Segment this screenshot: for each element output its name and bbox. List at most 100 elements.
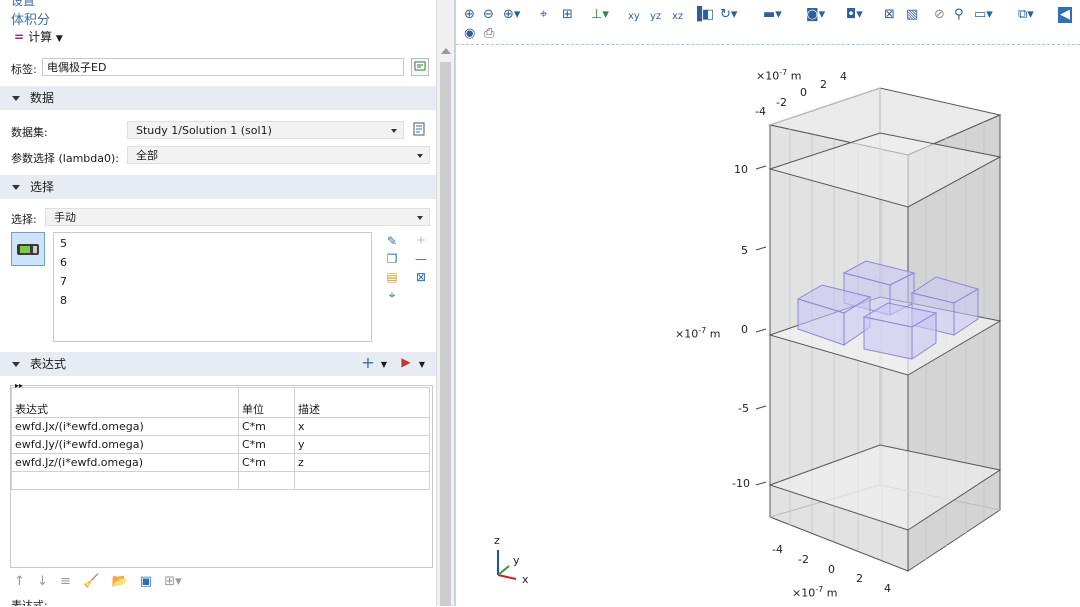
print-icon[interactable]: ⎙: [484, 26, 494, 42]
collapse-icon: [12, 185, 20, 190]
expand-icon: ▸▸: [15, 381, 24, 390]
tick-label: 4: [840, 70, 847, 83]
table-options-icon[interactable]: ⊞▾: [164, 574, 181, 589]
xz-view-icon[interactable]: xz: [672, 9, 683, 25]
table-cell[interactable]: ewfd.Jy/(i*ewfd.omega): [11, 435, 239, 454]
chevron-down-icon: ▼: [55, 34, 63, 44]
param-label: 参数选择 (lambda0):: [11, 152, 120, 165]
clipboard-icon[interactable]: ▤: [384, 270, 400, 284]
screenshot-icon[interactable]: ◉: [464, 26, 475, 42]
table-row[interactable]: ewfd.Jx/(i*ewfd.omega) C*m x: [11, 417, 430, 436]
scroll-up-icon[interactable]: [441, 48, 451, 54]
table-cell[interactable]: z: [294, 453, 430, 472]
table-cell[interactable]: x: [294, 417, 430, 436]
tick-label: -4: [755, 105, 766, 118]
copy-icon[interactable]: ❐: [384, 252, 400, 266]
scroll-thumb[interactable]: [440, 62, 451, 606]
go-to-default-view-icon[interactable]: ⊞: [562, 7, 573, 23]
list-item[interactable]: 6: [60, 256, 67, 269]
open-folder-icon[interactable]: 📂: [111, 574, 127, 589]
bottom-unit-label: ×10-7 m: [792, 585, 838, 600]
label-reset-icon[interactable]: [411, 58, 429, 76]
paste-selection-icon[interactable]: ✎: [384, 234, 400, 248]
add-icon[interactable]: +: [413, 233, 429, 247]
list-icon[interactable]: ≡: [60, 574, 71, 589]
zoom-out-icon[interactable]: ⊖: [483, 7, 494, 23]
activate-selection-button[interactable]: [11, 232, 45, 266]
table-row-empty[interactable]: [11, 471, 430, 490]
hide-icon[interactable]: ⊘: [934, 7, 945, 23]
node-type-title: 体积分: [11, 13, 51, 28]
list-item[interactable]: 8: [60, 294, 67, 307]
lights-icon[interactable]: ▬▾: [763, 7, 782, 23]
table-cell[interactable]: ewfd.Jx/(i*ewfd.omega): [11, 417, 239, 436]
column-header[interactable]: 描述: [294, 387, 430, 418]
panel-title: 设置: [11, 0, 36, 8]
zoom-to-selection-icon[interactable]: ⊠: [413, 270, 429, 284]
collapse-icon: [12, 362, 20, 367]
tick-label: 2: [856, 572, 863, 585]
panel-scrollbar[interactable]: [436, 0, 455, 606]
calculate-button[interactable]: = 计算 ▼: [14, 28, 63, 45]
z-unit-label: ×10-7 m: [675, 326, 721, 341]
dataset-select[interactable]: Study 1/Solution 1 (sol1): [127, 121, 404, 139]
wireframe-icon[interactable]: ▧: [906, 7, 918, 23]
list-item[interactable]: 5: [60, 237, 67, 250]
calculate-icon: =: [14, 30, 25, 44]
column-header[interactable]: ▸▸ 表达式: [11, 381, 239, 418]
replace-expression-icon[interactable]: ▶: [398, 355, 414, 369]
render-icon[interactable]: ◘▾: [846, 7, 863, 23]
zoom-box-icon[interactable]: ⊕▾: [503, 7, 520, 23]
collapse-icon: [12, 96, 20, 101]
select-objects-icon[interactable]: ⊠: [884, 7, 895, 23]
tick-label: 2: [820, 78, 827, 91]
label-field[interactable]: 电偶极子ED: [42, 58, 404, 76]
param-select[interactable]: 全部: [127, 146, 430, 164]
chevron-down-icon[interactable]: ▼: [376, 358, 392, 372]
graphics-toolbar: ⊕ ⊖ ⊕▾ ⌖ ⊞ ⊥▾ xy yz xz ▐◧ ↻▾ ▬▾ ◙▾ ◘▾ ⊠ …: [458, 0, 1080, 44]
section-data[interactable]: 数据: [0, 86, 436, 110]
clear-icon[interactable]: 🧹: [83, 574, 99, 589]
table-row[interactable]: ewfd.Jz/(i*ewfd.omega) C*m z: [11, 453, 430, 472]
add-expression-icon[interactable]: +: [360, 355, 376, 371]
xy-view-icon[interactable]: xy: [628, 9, 640, 25]
selection-list[interactable]: 5 6 7 8: [53, 232, 372, 342]
transparency-icon[interactable]: ▐◧: [692, 7, 714, 23]
table-cell[interactable]: y: [294, 435, 430, 454]
grid-icon[interactable]: ⚲: [954, 7, 964, 23]
view-options-icon[interactable]: ▭▾: [974, 7, 993, 23]
toggle-panel-icon[interactable]: ◀: [1058, 7, 1072, 23]
table-cell[interactable]: C*m: [238, 435, 295, 454]
selection-label: 选择:: [11, 213, 37, 226]
triad-y-label: y: [513, 554, 520, 567]
chevron-down-icon: [417, 154, 423, 158]
chevron-down-icon: [391, 129, 397, 133]
dataset-label: 数据集:: [11, 126, 48, 139]
zoom-extents-icon[interactable]: ⌖: [540, 7, 547, 23]
axes-icon[interactable]: ⊥▾: [591, 7, 609, 23]
expression-table: ▸▸ 表达式 单位 描述 ewfd.Jx/(i*ewfd.omega) C*m x…: [11, 381, 430, 490]
selection-select[interactable]: 手动: [45, 208, 430, 226]
export-icon[interactable]: ⧉▾: [1018, 7, 1034, 23]
graphics-viewport[interactable]: ×10-7 m -4 -2 0 2 4 10 5 0 -5 -10 ×10-7 …: [456, 44, 1080, 607]
rotate-icon[interactable]: ↻▾: [720, 7, 737, 23]
table-cell[interactable]: ewfd.Jz/(i*ewfd.omega): [11, 453, 239, 472]
scene-light-icon[interactable]: ◙▾: [806, 7, 825, 23]
section-selection[interactable]: 选择: [0, 175, 436, 199]
save-icon[interactable]: ▣: [140, 574, 152, 589]
table-cell[interactable]: C*m: [238, 453, 295, 472]
table-row[interactable]: ewfd.Jy/(i*ewfd.omega) C*m y: [11, 435, 430, 454]
move-up-icon[interactable]: ↑: [14, 574, 25, 589]
move-down-icon[interactable]: ↓: [37, 574, 48, 589]
triad-x-label: x: [522, 573, 529, 586]
remove-icon[interactable]: —: [413, 252, 429, 266]
go-to-source-icon[interactable]: [411, 121, 429, 139]
crosshair-icon[interactable]: ⌖: [384, 288, 400, 302]
yz-view-icon[interactable]: yz: [650, 9, 661, 25]
zoom-in-icon[interactable]: ⊕: [464, 7, 475, 23]
column-header[interactable]: 单位: [238, 387, 295, 418]
list-item[interactable]: 7: [60, 275, 67, 288]
tick-label: 0: [741, 323, 748, 336]
table-cell[interactable]: C*m: [238, 417, 295, 436]
chevron-down-icon[interactable]: ▼: [414, 358, 430, 372]
